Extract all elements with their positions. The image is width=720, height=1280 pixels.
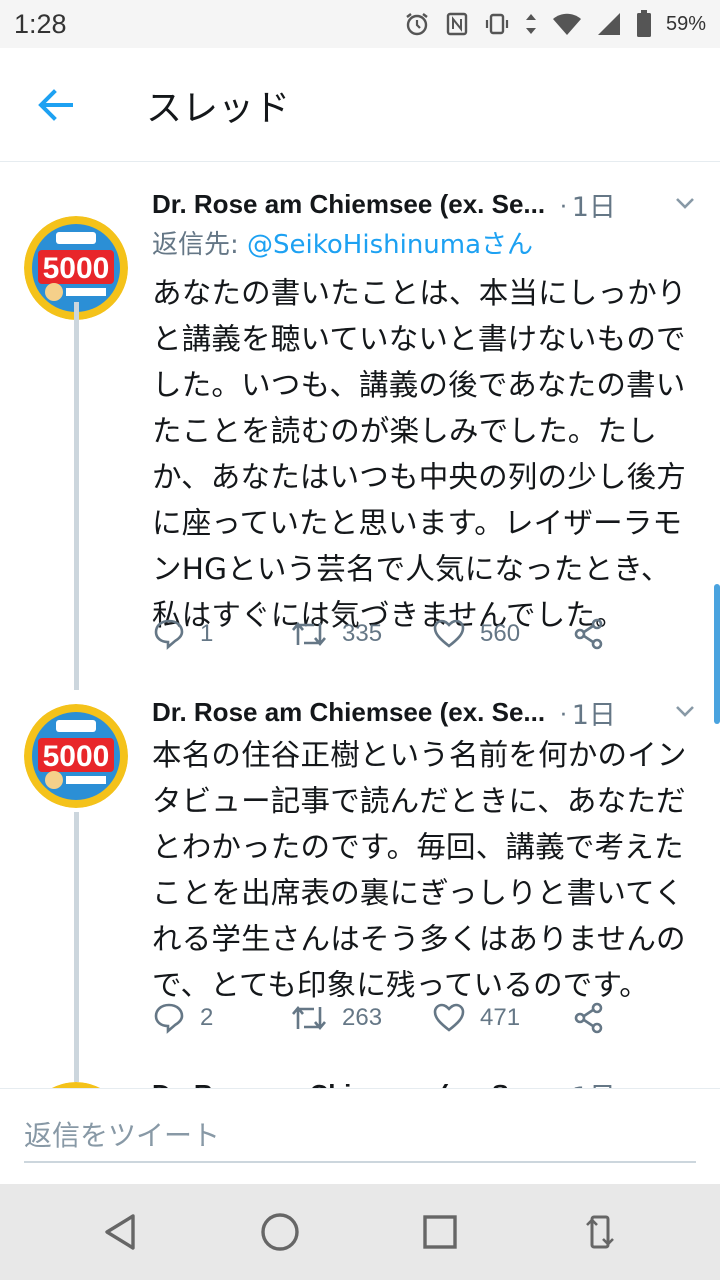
- tweet-text-line: とわかったのです。毎回、講義で考えた: [152, 830, 684, 864]
- reply-to: 返信先: @SeikoHishinumaさん: [152, 224, 533, 261]
- reply-handle-link[interactable]: @SeikoHishinumaさん: [247, 230, 533, 260]
- tweet-header: Dr. Rose am Chiemsee (ex. Se... · 1日: [152, 692, 696, 732]
- thread-timeline[interactable]: 5000 Dr. Rose am Chiemsee (ex. Se... · 1…: [0, 162, 720, 1088]
- reply-icon: [154, 1003, 184, 1034]
- battery-percent: 59%: [665, 12, 706, 35]
- avatar-logo-icon: 5000: [24, 704, 128, 808]
- like-count: 471: [480, 1004, 521, 1031]
- tweet-text-line: と講義を聴いていないと書けないもので: [152, 322, 686, 356]
- tweet-text-line: たことを読むのが楽しみでした。たし: [152, 414, 657, 448]
- alarm-icon: [404, 11, 430, 37]
- recents-square-icon: [423, 1215, 457, 1249]
- thread-line: [74, 302, 79, 690]
- system-nav-bar: [0, 1184, 720, 1280]
- tweet[interactable]: 5000 Dr. Rose am Chiemsee (ex. Se... · 1…: [0, 672, 720, 1082]
- author-name[interactable]: Dr. Rose am Chiemsee (ex. Se...: [152, 1079, 545, 1089]
- tweet-text-line: 本名の住谷正樹という名前を何かのイン: [152, 738, 687, 772]
- reply-prefix: 返信先:: [152, 230, 248, 260]
- retweet-button[interactable]: 335: [290, 617, 432, 651]
- separator-dot: ·: [559, 188, 568, 219]
- rotate-icon: [586, 1215, 614, 1249]
- tweet-time[interactable]: 1日: [572, 1075, 616, 1089]
- reply-icon: [154, 619, 184, 650]
- status-time: 1:28: [14, 8, 67, 39]
- share-icon: [574, 1002, 603, 1034]
- svg-text:5000: 5000: [43, 740, 110, 773]
- thread-header: スレッド: [0, 48, 720, 162]
- reply-count: 2: [200, 1004, 214, 1031]
- share-icon: [574, 618, 603, 650]
- retweet-count: 335: [342, 620, 383, 647]
- reply-compose-bar: 返信をツイート: [0, 1088, 720, 1184]
- nfc-icon: [444, 11, 470, 37]
- separator-dot: ·: [559, 696, 568, 727]
- tweet[interactable]: 5000 Dr. Rose am Chiemsee (ex. Se... · 1…: [0, 162, 720, 690]
- tweet-text-line: か、あなたはいつも中央の列の少し後方: [152, 460, 687, 494]
- tweet[interactable]: Dr. Rose am Chiemsee (ex. Se... · 1日: [0, 1072, 720, 1088]
- tweet-text-line: ことを出席表の裏にぎっしりと書いてく: [152, 876, 684, 910]
- nav-back-button[interactable]: [80, 1192, 160, 1272]
- back-triangle-icon: [105, 1214, 135, 1250]
- scrollbar[interactable]: [714, 584, 720, 724]
- tweet-text: あなたの書いたことは、本当にしっかり と講義を聴いていないと書けないもので した…: [152, 270, 700, 638]
- tweet-time[interactable]: 1日: [572, 185, 616, 224]
- tweet-text-line: に座っていたと思います。レイザーラモ: [152, 506, 683, 540]
- vibrate-icon: [484, 11, 510, 37]
- nav-home-button[interactable]: [240, 1192, 320, 1272]
- like-count: 560: [480, 620, 521, 647]
- data-arrows-icon: [524, 11, 538, 37]
- retweet-button[interactable]: 263: [290, 1001, 432, 1035]
- tweet-actions: 1 335 560: [152, 610, 632, 658]
- tweet-text-line: した。いつも、講義の後であなたの書い: [152, 368, 686, 402]
- reply-count: 1: [200, 620, 214, 647]
- separator-dot: ·: [559, 1079, 568, 1089]
- page-title: スレッド: [146, 87, 291, 129]
- tweet-text-line: タビュー記事で読んだときに、あなただ: [152, 784, 686, 818]
- retweet-icon: [292, 621, 326, 647]
- status-icons: 59%: [404, 10, 706, 38]
- author-name[interactable]: Dr. Rose am Chiemsee (ex. Se...: [152, 697, 545, 728]
- tweet-header: Dr. Rose am Chiemsee (ex. Se... · 1日: [152, 184, 696, 224]
- home-circle-icon: [261, 1213, 299, 1251]
- share-button[interactable]: [572, 1001, 606, 1035]
- nav-rotate-button[interactable]: [560, 1192, 640, 1272]
- heart-icon: [433, 1003, 465, 1032]
- avatar[interactable]: 5000: [24, 704, 128, 808]
- tweet-text: 本名の住谷正樹という名前を何かのイン タビュー記事で読んだときに、あなただ とわ…: [152, 732, 700, 1008]
- reply-button[interactable]: 2: [152, 1001, 290, 1035]
- battery-icon: [636, 10, 652, 38]
- tweet-time[interactable]: 1日: [572, 693, 616, 732]
- tweet-text-line: れる学生さんはそう多くはありませんの: [152, 922, 686, 956]
- retweet-count: 263: [342, 1004, 383, 1031]
- svg-text:5000: 5000: [43, 252, 110, 285]
- tweet-header: Dr. Rose am Chiemsee (ex. Se... · 1日: [152, 1074, 696, 1089]
- wifi-icon: [552, 11, 582, 37]
- chevron-down-icon[interactable]: [674, 700, 696, 726]
- arrow-left-icon: [38, 88, 73, 121]
- heart-icon: [433, 619, 465, 648]
- thread-line: [74, 812, 79, 1082]
- share-button[interactable]: [572, 617, 606, 651]
- chevron-down-icon[interactable]: [674, 192, 696, 218]
- nav-recents-button[interactable]: [400, 1192, 480, 1272]
- retweet-icon: [292, 1005, 326, 1031]
- signal-icon: [596, 11, 622, 37]
- tweet-actions: 2 263 471: [152, 994, 632, 1042]
- like-button[interactable]: 471: [432, 1001, 572, 1035]
- reply-button[interactable]: 1: [152, 617, 290, 651]
- tweet-text-line: あなたの書いたことは、本当にしっかり: [152, 276, 687, 310]
- back-button[interactable]: [0, 48, 110, 162]
- status-bar: 1:28 59%: [0, 0, 720, 48]
- tweet-text-line: ンHGという芸名で人気になったとき、: [152, 552, 671, 586]
- author-name[interactable]: Dr. Rose am Chiemsee (ex. Se...: [152, 189, 545, 220]
- like-button[interactable]: 560: [432, 617, 572, 651]
- reply-input[interactable]: 返信をツイート: [24, 1107, 696, 1163]
